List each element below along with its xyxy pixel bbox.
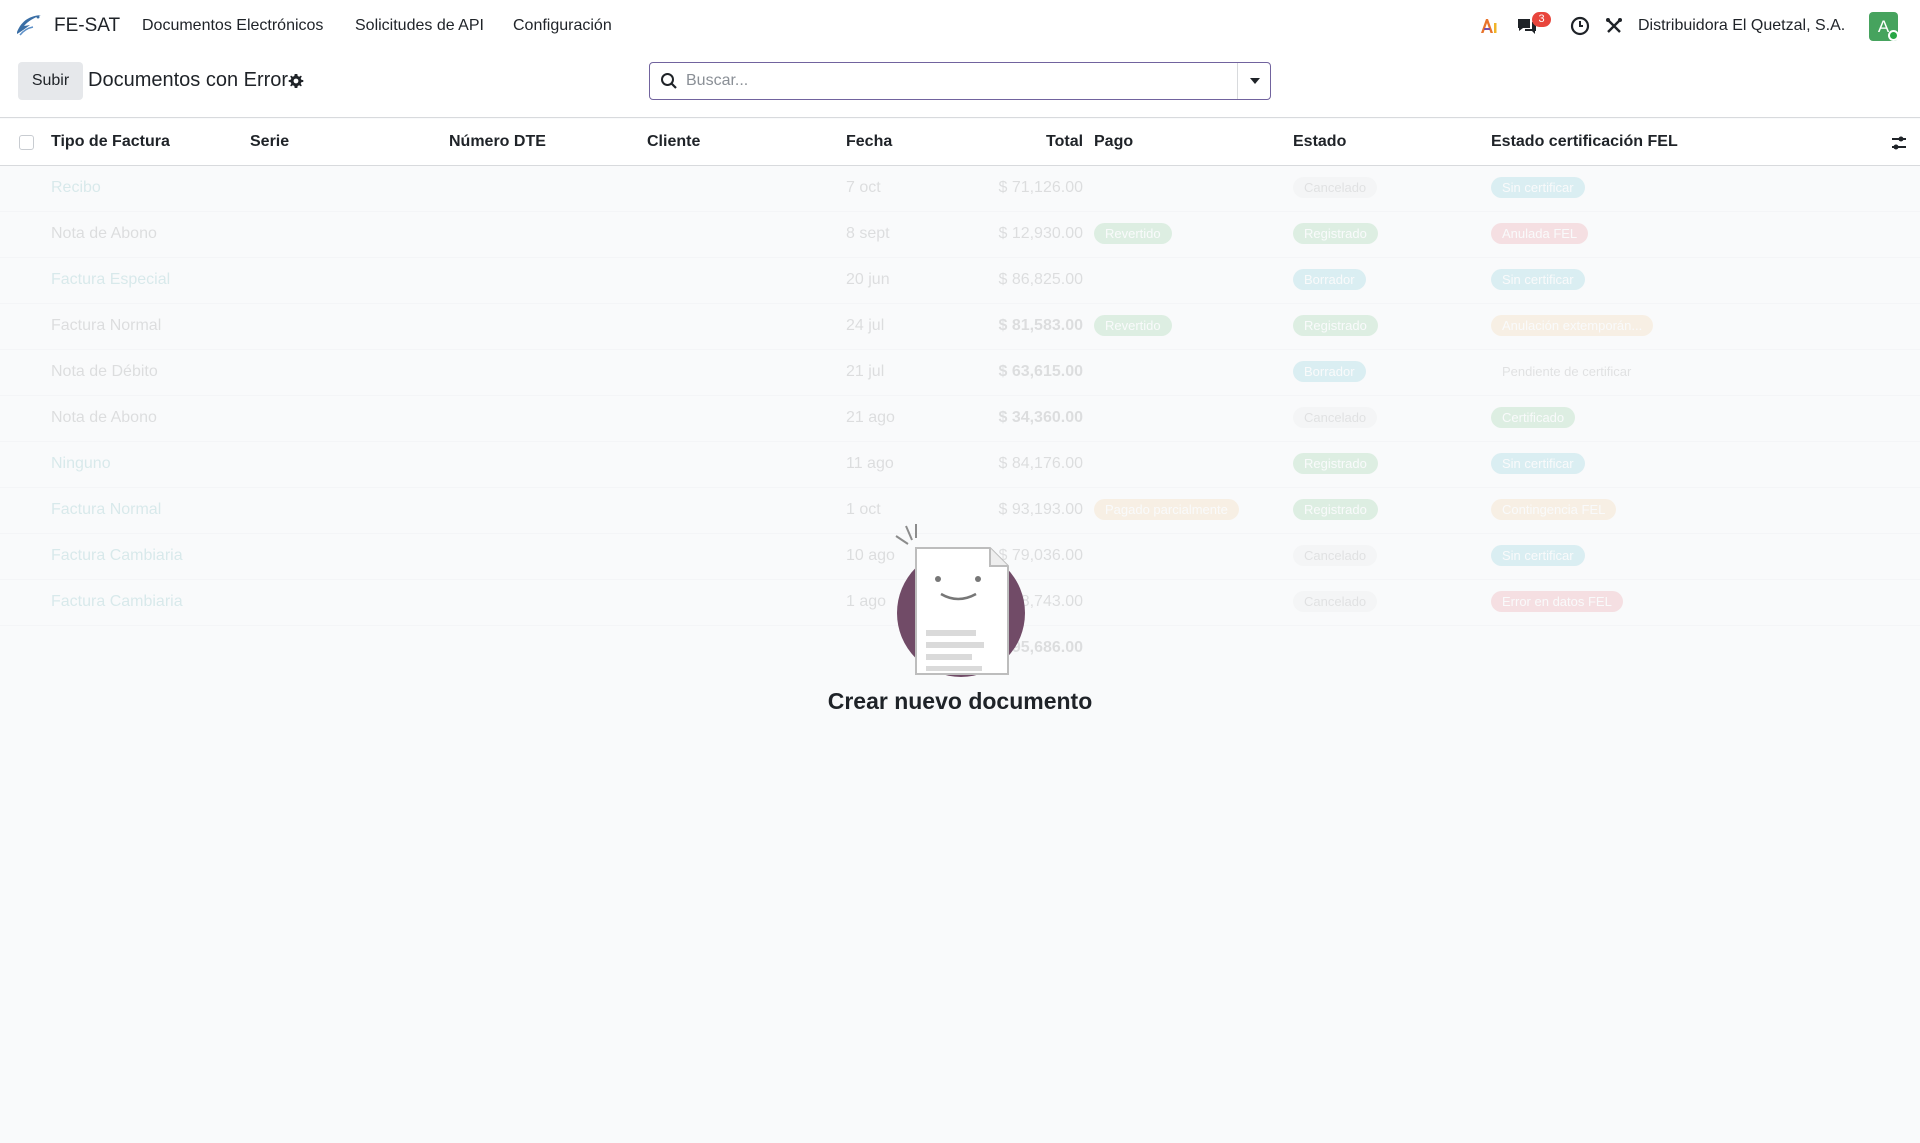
table-row: Nota de Abono 21 ago $ 34,360.00 Cancela… bbox=[0, 396, 1920, 442]
pago-badge: Pagado parcialmente bbox=[1094, 499, 1239, 520]
cell-total: $ 93,193.00 bbox=[998, 501, 1083, 518]
fel-badge: Error en datos FEL bbox=[1491, 591, 1623, 612]
column-options-icon[interactable] bbox=[1890, 134, 1908, 152]
table-row: Ninguno 11 ago $ 84,176.00 Registrado Si… bbox=[0, 442, 1920, 488]
menu-documentos-electronicos[interactable]: Documentos Electrónicos bbox=[142, 17, 323, 35]
cell-total: $ 86,825.00 bbox=[998, 271, 1083, 288]
estado-badge: Registrado bbox=[1293, 499, 1378, 520]
estado-badge: Registrado bbox=[1293, 453, 1378, 474]
table-row: Nota de Débito 21 jul $ 63,615.00 Borrad… bbox=[0, 350, 1920, 396]
select-all-checkbox[interactable] bbox=[19, 135, 34, 150]
cell-tipo: Nota de Abono bbox=[51, 225, 157, 242]
app-name[interactable]: FE-SAT bbox=[54, 15, 120, 37]
empty-document-illustration bbox=[895, 524, 1025, 677]
cell-total: $ 81,583.00 bbox=[998, 317, 1083, 334]
cell-tipo: Factura Especial bbox=[51, 271, 171, 288]
ai-icon[interactable] bbox=[1477, 14, 1501, 38]
search-input[interactable] bbox=[686, 69, 1226, 93]
estado-badge: Borrador bbox=[1293, 361, 1366, 382]
header-estado[interactable]: Estado bbox=[1293, 133, 1346, 151]
estado-badge: Cancelado bbox=[1293, 407, 1378, 428]
table-row: Factura Normal 24 jul $ 81,583.00 Revert… bbox=[0, 304, 1920, 350]
presence-dot bbox=[1888, 30, 1899, 41]
search-options-toggle[interactable] bbox=[1237, 63, 1271, 99]
fel-badge: Sin certificar bbox=[1491, 177, 1585, 198]
cell-tipo: Nota de Abono bbox=[51, 409, 157, 426]
fel-badge: Sin certificar bbox=[1491, 453, 1585, 474]
page-title: Documentos con Error bbox=[88, 69, 289, 91]
pago-badge: Revertido bbox=[1094, 315, 1172, 336]
cell-tipo: Factura Normal bbox=[51, 501, 162, 518]
estado-badge: Cancelado bbox=[1293, 591, 1378, 612]
cell-fecha: 11 ago bbox=[846, 455, 894, 472]
fel-badge: Sin certificar bbox=[1491, 545, 1585, 566]
header-total[interactable]: Total bbox=[1046, 133, 1083, 151]
cell-fecha: 7 oct bbox=[846, 179, 881, 196]
fel-badge: Anulación extemporán... bbox=[1491, 315, 1654, 336]
table-row: Nota de Abono 8 sept $ 12,930.00 Reverti… bbox=[0, 212, 1920, 258]
control-panel: Subir Documentos con Error bbox=[0, 52, 1920, 118]
company-switcher[interactable]: Distribuidora El Quetzal, S.A. bbox=[1638, 17, 1845, 35]
cell-fecha: 24 jul bbox=[846, 317, 885, 334]
fel-badge: Pendiente de certificar bbox=[1502, 364, 1632, 379]
header-serie[interactable]: Serie bbox=[250, 133, 289, 151]
table-header: Tipo de Factura Serie Número DTE Cliente… bbox=[0, 119, 1920, 166]
top-navbar: FE-SAT Documentos Electrónicos Solicitud… bbox=[0, 0, 1920, 52]
cell-tipo: Factura Cambiaria bbox=[51, 547, 183, 564]
cell-tipo: Recibo bbox=[51, 179, 101, 196]
fel-badge: Contingencia FEL bbox=[1491, 499, 1617, 520]
table-row: Factura Especial 20 jun $ 86,825.00 Borr… bbox=[0, 258, 1920, 304]
header-pago[interactable]: Pago bbox=[1094, 133, 1133, 151]
tools-icon[interactable] bbox=[1602, 14, 1626, 38]
estado-badge: Borrador bbox=[1293, 269, 1366, 290]
fel-badge: Sin certificar bbox=[1491, 269, 1585, 290]
estado-badge: Registrado bbox=[1293, 315, 1378, 336]
header-tipo-factura[interactable]: Tipo de Factura bbox=[51, 133, 170, 151]
cell-tipo: Ninguno bbox=[51, 455, 111, 472]
cell-total: $ 71,126.00 bbox=[998, 179, 1083, 196]
fel-badge: Anulada FEL bbox=[1491, 223, 1589, 244]
gear-icon[interactable] bbox=[288, 73, 304, 89]
cell-total: $ 84,176.00 bbox=[998, 455, 1083, 472]
cell-fecha: 1 ago bbox=[846, 593, 887, 610]
cell-tipo: Factura Normal bbox=[51, 317, 162, 334]
cell-tipo: Factura Cambiaria bbox=[51, 593, 183, 610]
estado-badge: Cancelado bbox=[1293, 177, 1378, 198]
pago-badge: Revertido bbox=[1094, 223, 1172, 244]
upload-button[interactable]: Subir bbox=[18, 62, 83, 100]
header-fecha[interactable]: Fecha bbox=[846, 133, 892, 151]
cell-fecha: 20 jun bbox=[846, 271, 890, 288]
header-cliente[interactable]: Cliente bbox=[647, 133, 700, 151]
header-numero-dte[interactable]: Número DTE bbox=[449, 133, 546, 151]
fesat-logo-icon[interactable] bbox=[14, 12, 44, 38]
menu-configuracion[interactable]: Configuración bbox=[513, 17, 612, 35]
clock-icon[interactable] bbox=[1568, 14, 1592, 38]
cell-fecha: 21 ago bbox=[846, 409, 895, 426]
fel-badge: Certificado bbox=[1491, 407, 1576, 428]
estado-badge: Registrado bbox=[1293, 223, 1378, 244]
cell-fecha: 1 oct bbox=[846, 501, 881, 518]
empty-state-title: Crear nuevo documento bbox=[827, 688, 1093, 714]
messages-badge: 3 bbox=[1532, 12, 1551, 27]
cell-total: $ 34,360.00 bbox=[998, 409, 1083, 426]
cell-fecha: 21 jul bbox=[846, 363, 885, 380]
cell-total: $ 63,615.00 bbox=[998, 363, 1083, 380]
caret-down-icon bbox=[1249, 78, 1260, 84]
search-bar bbox=[649, 62, 1271, 100]
menu-solicitudes-api[interactable]: Solicitudes de API bbox=[355, 17, 484, 35]
cell-fecha: 8 sept bbox=[846, 225, 890, 242]
search-icon bbox=[661, 73, 677, 89]
header-estado-fel[interactable]: Estado certificación FEL bbox=[1491, 133, 1678, 151]
table-row: Recibo 7 oct $ 71,126.00 Cancelado Sin c… bbox=[0, 166, 1920, 212]
cell-total: $ 12,930.00 bbox=[998, 225, 1083, 242]
cell-fecha: 10 ago bbox=[846, 547, 895, 564]
cell-tipo: Nota de Débito bbox=[51, 363, 158, 380]
estado-badge: Cancelado bbox=[1293, 545, 1378, 566]
